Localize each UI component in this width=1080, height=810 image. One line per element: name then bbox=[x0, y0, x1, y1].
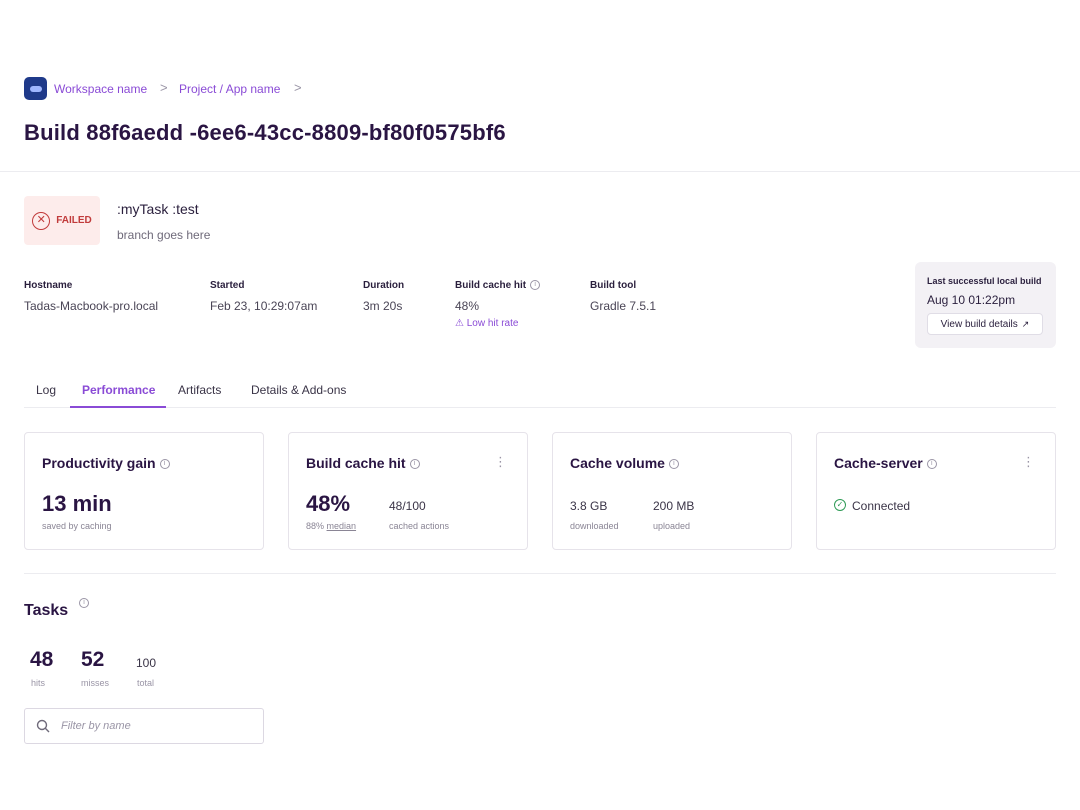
cache-volume-card: Cache volume i 3.8 GB downloaded 200 MB u… bbox=[552, 432, 792, 550]
uploaded-value: 200 MB bbox=[653, 499, 695, 513]
misses-caption: misses bbox=[81, 678, 110, 688]
kebab-menu-icon[interactable]: ⋮ bbox=[494, 455, 507, 468]
tasks-title: Tasks bbox=[24, 602, 69, 619]
card-title-group: Productivity gain i bbox=[42, 455, 170, 471]
info-icon[interactable]: i bbox=[409, 459, 420, 470]
total-caption: total bbox=[137, 678, 155, 688]
cached-actions-caption: cached actions bbox=[389, 521, 450, 531]
duration-label: Duration bbox=[363, 280, 405, 291]
external-link-icon: ↗ bbox=[1021, 318, 1030, 329]
info-icon[interactable]: i bbox=[159, 459, 170, 470]
page-title: Build 88f6aedd -6ee6-43cc-8809-bf80f0575… bbox=[24, 120, 506, 145]
cache-server-title: Cache-server bbox=[834, 455, 923, 471]
cache-volume-title: Cache volume bbox=[570, 455, 665, 471]
logo-mark bbox=[29, 85, 42, 92]
info-icon[interactable]: i bbox=[668, 459, 679, 470]
median-percent: 88% bbox=[306, 521, 325, 531]
breadcrumb-project[interactable]: Project / App name bbox=[179, 82, 280, 96]
productivity-gain-title: Productivity gain bbox=[42, 455, 156, 471]
duration-value: 3m 20s bbox=[363, 299, 403, 313]
misses-count: 52 bbox=[81, 648, 105, 671]
build-cache-hit-percent: 48% bbox=[306, 491, 351, 516]
hits-count: 48 bbox=[30, 648, 54, 671]
workspace-logo[interactable] bbox=[24, 77, 47, 100]
productivity-gain-value: 13 min bbox=[42, 491, 112, 516]
started-value: Feb 23, 10:29:07am bbox=[210, 299, 318, 313]
kebab-menu-icon[interactable]: ⋮ bbox=[1022, 455, 1035, 468]
view-build-details-button[interactable]: View build details ↗ bbox=[927, 313, 1043, 335]
info-icon[interactable]: i bbox=[926, 459, 937, 470]
total-count: 100 bbox=[136, 656, 157, 670]
build-cache-hit-title: Build cache hit bbox=[306, 455, 406, 471]
card-title-group: Build cache hit i bbox=[306, 455, 420, 471]
tab-performance[interactable]: Performance bbox=[82, 383, 155, 397]
info-icon[interactable]: i bbox=[79, 598, 89, 608]
view-build-details-label: View build details bbox=[940, 318, 1018, 330]
card-title-group: Cache-server i bbox=[834, 455, 937, 471]
chevron-right-icon: > bbox=[160, 80, 168, 95]
started-label: Started bbox=[210, 280, 245, 291]
downloaded-caption: downloaded bbox=[570, 521, 619, 531]
productivity-gain-caption: saved by caching bbox=[42, 521, 112, 531]
low-hit-warning: ⚠ Low hit rate bbox=[455, 318, 518, 329]
cached-actions-value: 48/100 bbox=[389, 499, 426, 513]
cache-server-card: Cache-server i ⋮ ✓ Connected bbox=[816, 432, 1056, 550]
build-cache-hit-value: 48% bbox=[455, 299, 480, 313]
low-hit-text: Low hit rate bbox=[466, 318, 519, 329]
active-tab-indicator bbox=[70, 406, 166, 408]
last-successful-build-panel: Last successful local build Aug 10 01:22… bbox=[915, 262, 1056, 348]
build-tool-value: Gradle 7.5.1 bbox=[590, 299, 657, 313]
hostname-label: Hostname bbox=[24, 280, 73, 291]
build-tool-label: Build tool bbox=[590, 280, 637, 291]
chevron-right-icon: > bbox=[294, 80, 302, 95]
downloaded-value: 3.8 GB bbox=[570, 499, 608, 513]
hits-caption: hits bbox=[31, 678, 46, 688]
cache-server-status: Connected bbox=[852, 499, 911, 513]
median-caption: 88% median bbox=[306, 521, 356, 531]
build-cache-hit-label: Build cache hit bbox=[455, 280, 527, 291]
filter-input[interactable] bbox=[61, 717, 251, 735]
search-icon bbox=[36, 719, 50, 733]
build-cache-hit-label-group: Build cache hit i bbox=[455, 280, 541, 291]
section-divider bbox=[24, 573, 1056, 574]
uploaded-caption: uploaded bbox=[653, 521, 691, 531]
header-divider bbox=[0, 171, 1080, 172]
last-successful-date: Aug 10 01:22pm bbox=[927, 293, 1016, 307]
status-label: FAILED bbox=[56, 215, 92, 226]
median-link[interactable]: median bbox=[327, 521, 357, 531]
card-title-group: Cache volume i bbox=[570, 455, 679, 471]
tab-artifacts[interactable]: Artifacts bbox=[178, 383, 221, 397]
task-name: :myTask :test bbox=[117, 201, 199, 217]
build-cache-hit-card: Build cache hit i ⋮ 48% 88% median 48/100… bbox=[288, 432, 528, 550]
tabs-divider bbox=[24, 407, 1056, 408]
last-successful-label: Last successful local build bbox=[927, 276, 1042, 286]
check-circle-icon: ✓ bbox=[834, 499, 846, 511]
hostname-value: Tadas-Macbook-pro.local bbox=[24, 299, 159, 313]
status-badge: ✕ FAILED bbox=[24, 196, 100, 245]
breadcrumb-workspace[interactable]: Workspace name bbox=[54, 82, 147, 96]
productivity-gain-card: Productivity gain i 13 min saved by cachi… bbox=[24, 432, 264, 550]
tab-log[interactable]: Log bbox=[36, 383, 56, 397]
branch-name: branch goes here bbox=[117, 228, 211, 242]
x-circle-icon: ✕ bbox=[32, 211, 51, 230]
filter-field bbox=[24, 708, 264, 744]
info-icon[interactable]: i bbox=[530, 280, 541, 291]
tab-details-addons[interactable]: Details & Add-ons bbox=[251, 383, 346, 397]
warning-icon: ⚠ bbox=[455, 318, 464, 329]
